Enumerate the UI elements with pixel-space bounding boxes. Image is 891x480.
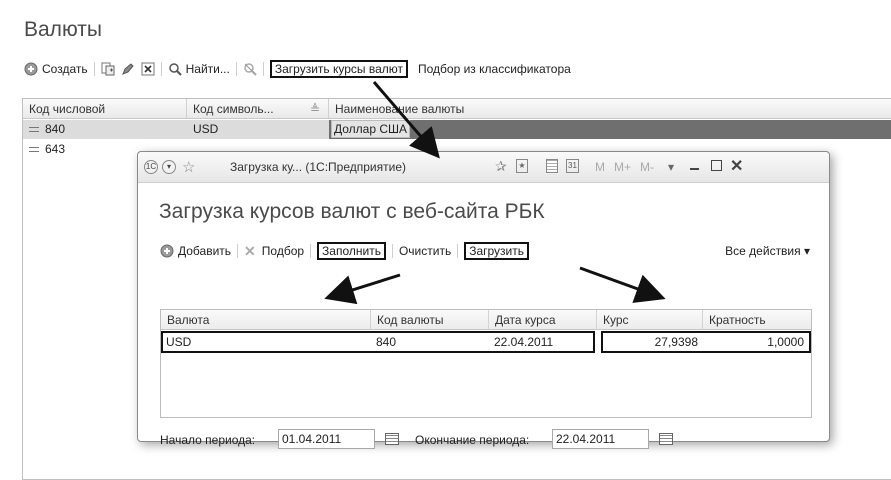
minimize-icon[interactable]	[690, 168, 699, 170]
cancel-search-icon[interactable]	[243, 62, 257, 76]
cell-code[interactable]: 840	[371, 332, 489, 352]
table-row[interactable]: USD 840 22.04.2011 27,9398 1,0000	[161, 331, 811, 353]
column-header-code[interactable]: Код валюты	[371, 310, 489, 330]
calendar-icon[interactable]	[385, 433, 399, 445]
star-icon[interactable]: ☆	[182, 158, 195, 176]
calendar-icon[interactable]: 31	[566, 159, 579, 173]
cell-rate[interactable]: 27,9398	[601, 332, 703, 352]
dropdown-icon[interactable]: ▾	[668, 160, 674, 174]
dialog-body: Загрузка курсов валют с веб-сайта РБК До…	[138, 183, 829, 449]
toolbar-divider	[93, 62, 95, 76]
bookmark-icon[interactable]: ★	[516, 159, 528, 173]
toolbar-divider	[457, 244, 459, 258]
toolbar-divider	[310, 244, 312, 258]
memory-m-icon[interactable]: M	[595, 160, 605, 174]
column-header-name[interactable]: Наименование валюты	[329, 99, 891, 119]
cell-currency[interactable]: USD	[161, 332, 371, 352]
delete-x-icon[interactable]: ✕	[244, 243, 256, 260]
cell-sym-code: USD	[193, 122, 219, 136]
chevron-down-icon[interactable]: ▾	[162, 160, 176, 174]
main-toolbar: Создать Найти... Загрузить курсы валют П…	[24, 60, 571, 78]
pick-button[interactable]: Подбор	[262, 244, 304, 258]
column-header-date[interactable]: Дата курса	[489, 310, 597, 330]
clear-button[interactable]: Очистить	[399, 244, 451, 258]
load-rates-button[interactable]: Загрузить курсы валют	[269, 60, 409, 78]
toolbar-divider	[237, 244, 239, 258]
column-header-sym-code-label: Код символь...	[193, 102, 274, 116]
toolbar-divider	[160, 62, 162, 76]
toolbar-divider	[262, 62, 264, 76]
row-marker-icon	[29, 127, 39, 133]
dialog-heading: Загрузка курсов валют с веб-сайта РБК	[159, 200, 545, 223]
delete-mark-icon[interactable]	[141, 62, 155, 76]
period-end-input[interactable]: 22.04.2011	[552, 429, 649, 449]
close-icon[interactable]: ✕	[730, 156, 743, 176]
period-start-input[interactable]: 01.04.2011	[278, 429, 375, 449]
rates-table: Валюта Код валюты Дата курса Курс Кратно…	[160, 309, 812, 418]
calendar-icon[interactable]	[659, 433, 673, 445]
column-header-num-code[interactable]: Код числовой	[23, 99, 187, 119]
pick-classifier-button[interactable]: Подбор из классификатора	[418, 62, 571, 76]
column-header-rate[interactable]: Курс	[597, 310, 703, 330]
app-logo-icon: 1C	[144, 160, 158, 174]
memory-mminus-icon[interactable]: M-	[640, 160, 654, 174]
column-header-multiplicity[interactable]: Кратность	[703, 310, 811, 330]
calculator-icon[interactable]	[546, 159, 558, 173]
add-label: Добавить	[178, 244, 232, 258]
cell-num-code-text: 643	[45, 142, 66, 156]
all-actions-menu[interactable]: Все действия ▾	[725, 244, 810, 258]
search-icon	[168, 63, 182, 76]
create-button[interactable]: Создать	[24, 62, 88, 76]
period-end-label: Окончание периода:	[415, 433, 530, 447]
find-label: Найти...	[185, 62, 230, 76]
cell-num-code: 840	[23, 120, 187, 139]
cell-num-code-text: 840	[45, 122, 66, 136]
fill-button[interactable]: Заполнить	[317, 242, 386, 260]
cell-name: Доллар США	[329, 120, 891, 139]
edit-pencil-icon[interactable]	[121, 62, 135, 76]
page-title: Валюты	[24, 18, 102, 41]
favorite-star-icon[interactable]: ✰	[495, 158, 507, 175]
maximize-icon[interactable]	[711, 160, 722, 171]
memory-mplus-icon[interactable]: M+	[614, 160, 631, 174]
sort-icon: ≜	[309, 102, 320, 116]
plus-circle-icon	[24, 62, 38, 76]
copy-icon[interactable]	[101, 62, 115, 76]
column-header-sym-code[interactable]: Код символь... ≜	[187, 99, 329, 119]
table-row[interactable]: 840 USD Доллар США	[23, 120, 891, 139]
dialog-titlebar[interactable]: 1C ▾ ☆ Загрузка ку... (1С:Предприятие) ✰…	[138, 152, 829, 183]
period-start-label: Начало периода:	[160, 433, 256, 447]
add-button[interactable]: Добавить	[160, 244, 231, 258]
toolbar-divider	[391, 244, 393, 258]
cell-multiplicity[interactable]: 1,0000	[703, 332, 809, 352]
cell-name-text: Доллар США	[331, 120, 411, 138]
dialog-window-title: Загрузка ку... (1С:Предприятие)	[230, 160, 407, 174]
row-marker-icon	[29, 147, 39, 153]
dialog-toolbar: Добавить ✕ Подбор Заполнить Очистить Заг…	[160, 241, 810, 261]
find-button[interactable]: Найти...	[168, 62, 230, 76]
plus-circle-icon	[160, 244, 174, 258]
column-header-currency[interactable]: Валюта	[161, 310, 371, 330]
load-rates-dialog: 1C ▾ ☆ Загрузка ку... (1С:Предприятие) ✰…	[137, 151, 830, 449]
toolbar-divider	[235, 62, 237, 76]
load-button[interactable]: Загрузить	[464, 242, 530, 260]
create-label: Создать	[42, 62, 88, 76]
cell-date[interactable]: 22.04.2011	[489, 332, 595, 352]
